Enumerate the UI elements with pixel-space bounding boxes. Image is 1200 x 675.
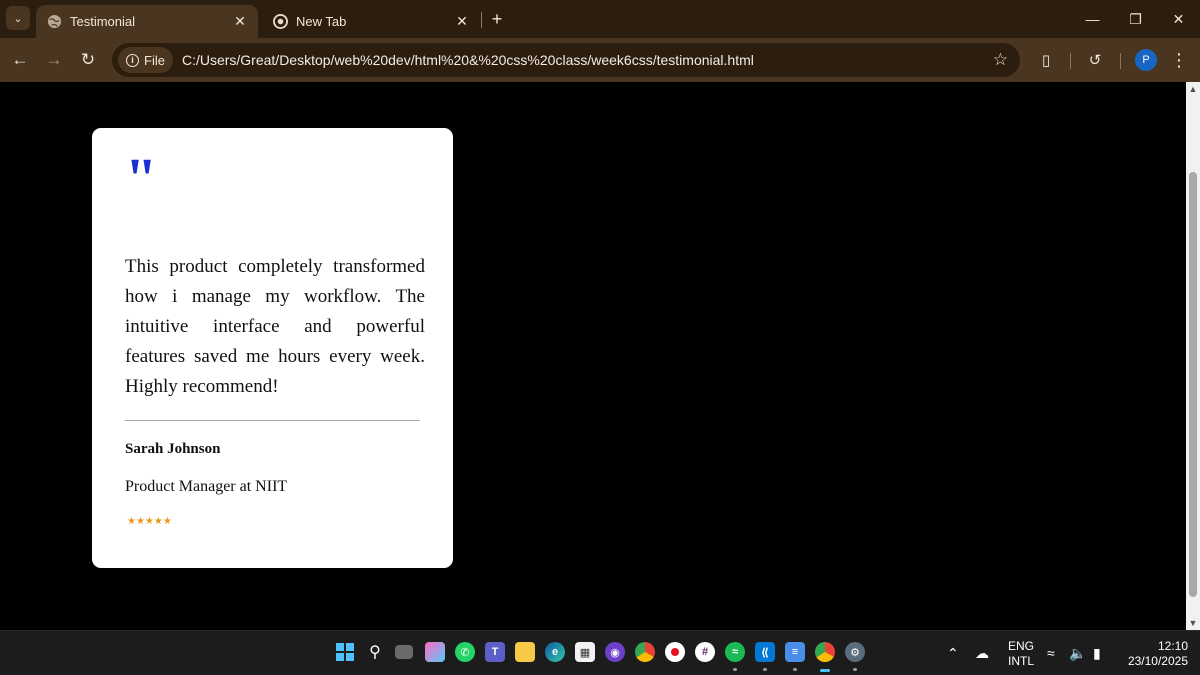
divider xyxy=(125,420,420,421)
url-text[interactable]: C:/Users/Great/Desktop/web%20dev/html%20… xyxy=(182,52,754,68)
volume-icon[interactable]: 🔈 xyxy=(1069,645,1086,662)
tab-divider xyxy=(481,12,482,28)
more-menu-icon[interactable]: ⋮ xyxy=(1168,49,1190,71)
browser-toolbar: ← → ↻ i File C:/Users/Great/Desktop/web%… xyxy=(0,38,1200,82)
toolbar-separator xyxy=(1120,53,1121,69)
edge-icon[interactable]: e xyxy=(545,642,565,662)
store-icon[interactable]: ▦ xyxy=(575,642,595,662)
vertical-scrollbar[interactable]: ▲ ▼ xyxy=(1186,82,1200,630)
tab-strip: ⌄ Testimonial ✕ New Tab ✕ + — ❐ ✕ xyxy=(0,0,1200,38)
site-chip-label: File xyxy=(144,52,165,68)
language-code: ENG xyxy=(1007,639,1034,653)
settings-gear-icon[interactable]: ⚙ xyxy=(845,642,865,662)
tab-new-tab[interactable]: New Tab ✕ xyxy=(262,5,480,38)
author-name: Sarah Johnson xyxy=(125,441,221,457)
github-desktop-icon[interactable]: ◉ xyxy=(605,642,625,662)
close-icon[interactable]: ✕ xyxy=(230,12,250,32)
testimonial-card: " This product completely transformed ho… xyxy=(92,128,453,568)
tab-search-button[interactable]: ⌄ xyxy=(6,6,30,30)
chrome-active-icon[interactable] xyxy=(815,642,835,662)
active-app-indicator xyxy=(820,669,830,672)
history-icon[interactable]: ↺ xyxy=(1084,49,1106,71)
back-arrow-icon[interactable]: ← xyxy=(8,48,32,72)
whatsapp-icon[interactable]: ✆ xyxy=(455,642,475,662)
star-rating: ★★★★★ xyxy=(127,516,172,527)
wifi-icon[interactable]: ≈ xyxy=(1047,645,1055,661)
running-indicator xyxy=(793,668,797,671)
file-explorer-icon[interactable] xyxy=(515,642,535,662)
spotify-icon[interactable]: ≈ xyxy=(725,642,745,662)
page-viewport: " This product completely transformed ho… xyxy=(0,82,1186,630)
profile-avatar[interactable]: P xyxy=(1135,49,1157,71)
battery-icon[interactable]: ▮ xyxy=(1093,645,1101,662)
forward-arrow-icon[interactable]: → xyxy=(42,48,66,72)
quote-mark-icon: " xyxy=(125,146,158,211)
reload-icon[interactable]: ↻ xyxy=(76,48,100,72)
testimonial-text: This product completely transformed how … xyxy=(125,256,425,397)
running-indicator xyxy=(763,668,767,671)
vscode-icon[interactable]: ⟪ xyxy=(755,642,775,662)
close-icon[interactable]: ✕ xyxy=(452,12,472,32)
chevron-down-icon: ⌄ xyxy=(13,12,23,25)
slack-icon[interactable]: # xyxy=(695,642,715,662)
notepad-icon[interactable]: ≡ xyxy=(785,642,805,662)
scroll-down-arrow-icon[interactable]: ▼ xyxy=(1188,618,1198,628)
restore-icon[interactable]: ❐ xyxy=(1114,0,1157,38)
clock-time: 12:10 xyxy=(1157,639,1188,653)
scroll-up-arrow-icon[interactable]: ▲ xyxy=(1188,84,1198,94)
info-icon: i xyxy=(126,53,139,67)
close-window-icon[interactable]: ✕ xyxy=(1157,0,1200,38)
chrome-app-icon[interactable] xyxy=(635,642,655,662)
recorder-icon[interactable] xyxy=(665,642,685,662)
window-controls: — ❐ ✕ xyxy=(1071,0,1200,38)
minimize-icon[interactable]: — xyxy=(1071,0,1114,38)
author-role: Product Manager at NIIT xyxy=(125,478,288,495)
globe-icon xyxy=(46,14,62,30)
running-indicator xyxy=(733,668,737,671)
new-tab-button[interactable]: + xyxy=(486,8,508,30)
tab-title: New Tab xyxy=(296,14,347,29)
toolbar-separator xyxy=(1070,53,1071,69)
scroll-thumb[interactable] xyxy=(1189,172,1197,597)
weather-cloud-icon[interactable]: ☁ xyxy=(975,645,989,662)
browser-window: ⌄ Testimonial ✕ New Tab ✕ + — ❐ ✕ ← → ↻ xyxy=(0,0,1200,675)
search-icon[interactable]: ⚲ xyxy=(365,642,385,662)
teams-icon[interactable]: T xyxy=(485,642,505,662)
tab-testimonial[interactable]: Testimonial ✕ xyxy=(36,5,258,38)
bookmark-star-icon[interactable]: ☆ xyxy=(993,50,1008,70)
extensions-icon[interactable]: ▯ xyxy=(1035,49,1057,71)
clock-date: 23/10/2025 xyxy=(1127,654,1188,668)
windows-taskbar: ⚲ ✆ T e ▦ ◉ # ≈ ⟪ ≡ ⚙ ⌃ ☁ ENG INTL ≈ 🔈 ▮… xyxy=(0,630,1200,675)
input-language[interactable]: ENG INTL xyxy=(1005,639,1037,669)
running-indicator xyxy=(853,668,857,671)
tab-title: Testimonial xyxy=(70,14,136,29)
keyboard-layout: INTL xyxy=(1007,654,1034,668)
address-bar[interactable]: i File C:/Users/Great/Desktop/web%20dev/… xyxy=(112,43,1020,77)
copilot-icon[interactable] xyxy=(425,642,445,662)
site-info-chip[interactable]: i File xyxy=(118,47,173,73)
chevron-up-icon[interactable]: ⌃ xyxy=(947,645,959,662)
task-view-icon[interactable] xyxy=(395,645,413,659)
start-icon[interactable] xyxy=(335,642,355,662)
chrome-icon xyxy=(272,14,288,30)
clock[interactable]: 12:10 23/10/2025 xyxy=(1118,639,1188,669)
